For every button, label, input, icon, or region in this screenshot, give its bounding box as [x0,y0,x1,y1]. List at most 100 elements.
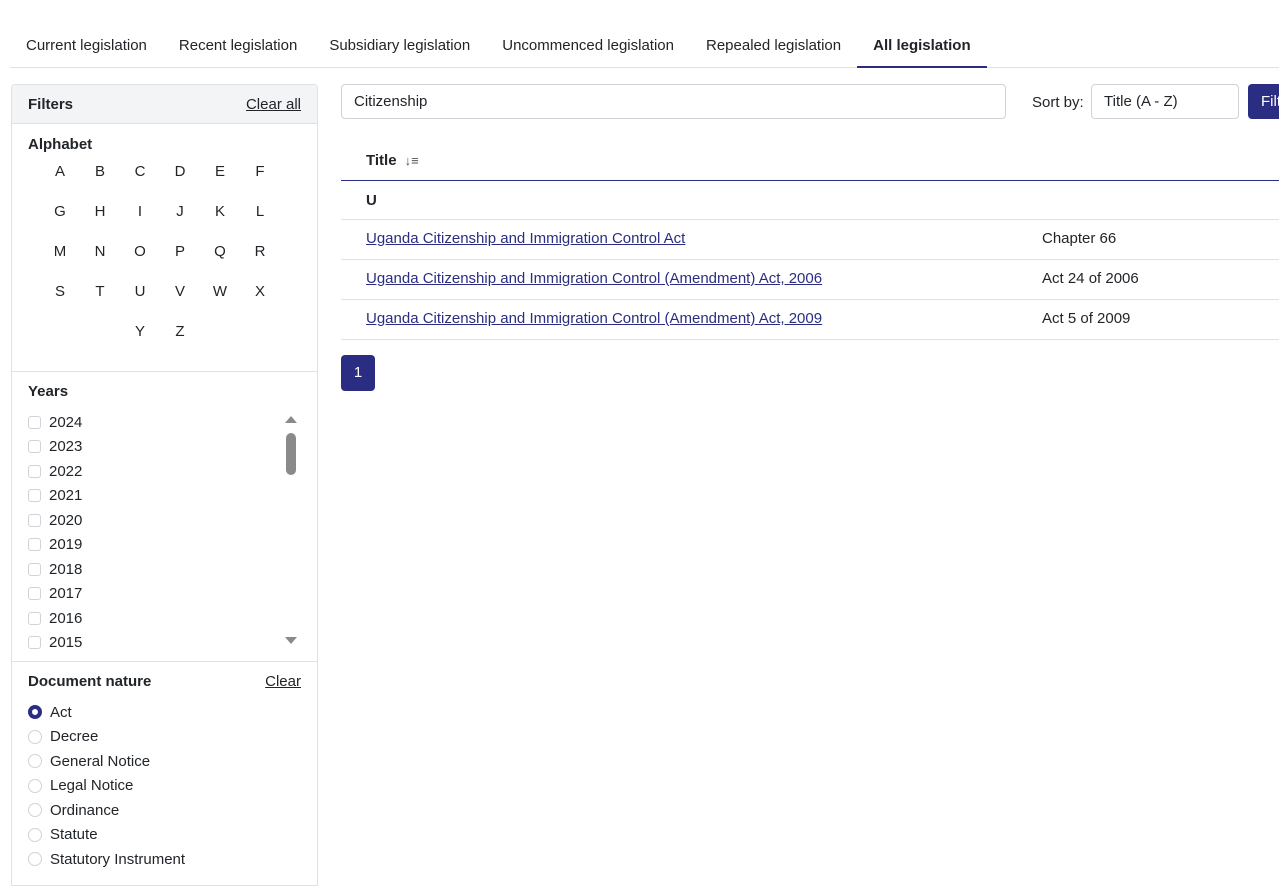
filters-sidebar: Filters Clear all Alphabet ABCDEF GHIJKL M… [11,84,318,886]
filters-header: Filters Clear all [12,85,317,124]
alphabet-letter-v[interactable]: V [165,283,195,300]
alphabet-letter-w[interactable]: W [205,283,235,300]
tab-recent-legislation[interactable]: Recent legislation [163,26,313,66]
document-nature-list: Act Decree General Notice Legal Notice Ordin… [28,700,301,872]
alphabet-grid: ABCDEF GHIJKL MNOPQR STUVWX YZ [28,153,301,353]
year-checkbox[interactable] [28,636,41,650]
alphabet-letter-d[interactable]: D [165,163,195,180]
alphabet-letter-n[interactable]: N [85,243,115,260]
document-nature-radio[interactable] [28,803,42,818]
alphabet-letter-e[interactable]: E [205,163,235,180]
legislation-citation: Act 24 of 2006 [1042,270,1139,287]
title-column-header[interactable]: Title [366,152,397,169]
document-nature-label: Statute [50,826,98,844]
tab-subsidiary-legislation[interactable]: Subsidiary legislation [313,26,486,66]
tab-current-legislation[interactable]: Current legislation [10,26,163,66]
alphabet-letter-y[interactable]: Y [125,323,155,340]
document-nature-label: Decree [50,728,99,746]
alphabet-letter-f[interactable]: F [245,163,275,180]
alphabet-letter-r[interactable]: R [245,243,275,260]
document-nature-item[interactable]: Act [28,700,301,725]
scroll-up-arrow-icon[interactable] [285,416,297,423]
document-nature-item[interactable]: General Notice [28,749,301,774]
year-checkbox[interactable] [28,538,41,552]
document-nature-radio[interactable] [28,705,42,720]
filter-button[interactable]: Filter [1248,84,1279,119]
year-label: 2021 [49,487,83,505]
year-filter-item[interactable]: 2020 [28,508,82,533]
year-filter-item[interactable]: 2021 [28,484,82,509]
document-nature-radio[interactable] [28,778,42,793]
document-nature-label: Legal Notice [50,777,134,795]
alphabet-letter-h[interactable]: H [85,203,115,220]
year-checkbox[interactable] [28,513,41,527]
year-label: 2018 [49,560,83,578]
year-filter-item[interactable]: 2022 [28,459,82,484]
alphabet-letter-a[interactable]: A [45,163,75,180]
year-filter-item[interactable]: 2018 [28,557,82,582]
alphabet-letter-i[interactable]: I [125,203,155,220]
alphabet-letter-o[interactable]: O [125,243,155,260]
document-nature-label: General Notice [50,752,151,770]
year-filter-item[interactable]: 2019 [28,533,82,558]
pagination-page-1[interactable]: 1 [341,355,375,391]
alphabet-letter-k[interactable]: K [205,203,235,220]
document-nature-item[interactable]: Statute [28,823,301,848]
document-nature-clear-link[interactable]: Clear [265,673,301,690]
sort-descending-icon[interactable]: ↓≡ [405,153,419,168]
tab-uncommenced-legislation[interactable]: Uncommenced legislation [486,26,690,66]
tab-repealed-legislation[interactable]: Repealed legislation [690,26,857,66]
document-nature-item[interactable]: Statutory Instrument [28,847,301,872]
alphabet-letter-l[interactable]: L [245,203,275,220]
scroll-down-arrow-icon[interactable] [285,637,297,644]
alphabet-letter-z[interactable]: Z [165,323,195,340]
alphabet-letter-m[interactable]: M [45,243,75,260]
scroll-thumb[interactable] [286,433,296,475]
year-checkbox[interactable] [28,611,41,625]
year-checkbox[interactable] [28,587,41,601]
table-row: Uganda Citizenship and Immigration Contr… [341,300,1279,340]
alphabet-letter-t[interactable]: T [85,283,115,300]
document-nature-label: Statutory Instrument [50,850,186,868]
years-scrollbar[interactable] [284,412,298,650]
document-nature-radio[interactable] [28,754,42,769]
year-filter-item[interactable]: 2017 [28,582,82,607]
sort-select[interactable]: Title (A - Z) [1091,84,1239,119]
year-filter-item[interactable]: 2023 [28,435,82,460]
alphabet-letter-q[interactable]: Q [205,243,235,260]
document-nature-item[interactable]: Legal Notice [28,774,301,799]
clear-all-link[interactable]: Clear all [246,96,301,113]
legislation-title-link[interactable]: Uganda Citizenship and Immigration Contr… [366,310,822,327]
years-title: Years [28,383,69,400]
document-nature-item[interactable]: Ordinance [28,798,301,823]
alphabet-letter-g[interactable]: G [45,203,75,220]
alphabet-letter-b[interactable]: B [85,163,115,180]
alphabet-letter-s[interactable]: S [45,283,75,300]
document-nature-item[interactable]: Decree [28,725,301,750]
search-input[interactable]: Citizenship [341,84,1006,119]
legislation-title-link[interactable]: Uganda Citizenship and Immigration Contr… [366,230,685,247]
year-label: 2019 [49,536,83,554]
tab-all-legislation[interactable]: All legislation [857,26,987,68]
alphabet-section: Alphabet ABCDEF GHIJKL MNOPQR STUVWX YZ [12,124,317,372]
year-label: 2015 [49,634,83,652]
years-section: Years 2024 2023 2022 2021 2020 2019 2018 2017 20… [12,372,317,662]
document-nature-radio[interactable] [28,852,42,867]
year-checkbox[interactable] [28,489,41,503]
legislation-citation: Chapter 66 [1042,230,1117,247]
year-checkbox[interactable] [28,440,41,454]
alphabet-letter-u[interactable]: U [125,283,155,300]
document-nature-radio[interactable] [28,827,42,842]
year-filter-item[interactable]: 2024 [28,410,82,435]
alphabet-letter-j[interactable]: J [165,203,195,220]
year-checkbox[interactable] [28,562,41,576]
year-checkbox[interactable] [28,464,41,478]
document-nature-radio[interactable] [28,729,42,744]
year-filter-item[interactable]: 2015 [28,631,82,656]
alphabet-letter-c[interactable]: C [125,163,155,180]
legislation-title-link[interactable]: Uganda Citizenship and Immigration Contr… [366,270,822,287]
alphabet-letter-x[interactable]: X [245,283,275,300]
alphabet-letter-p[interactable]: P [165,243,195,260]
year-checkbox[interactable] [28,415,41,429]
year-filter-item[interactable]: 2016 [28,606,82,631]
